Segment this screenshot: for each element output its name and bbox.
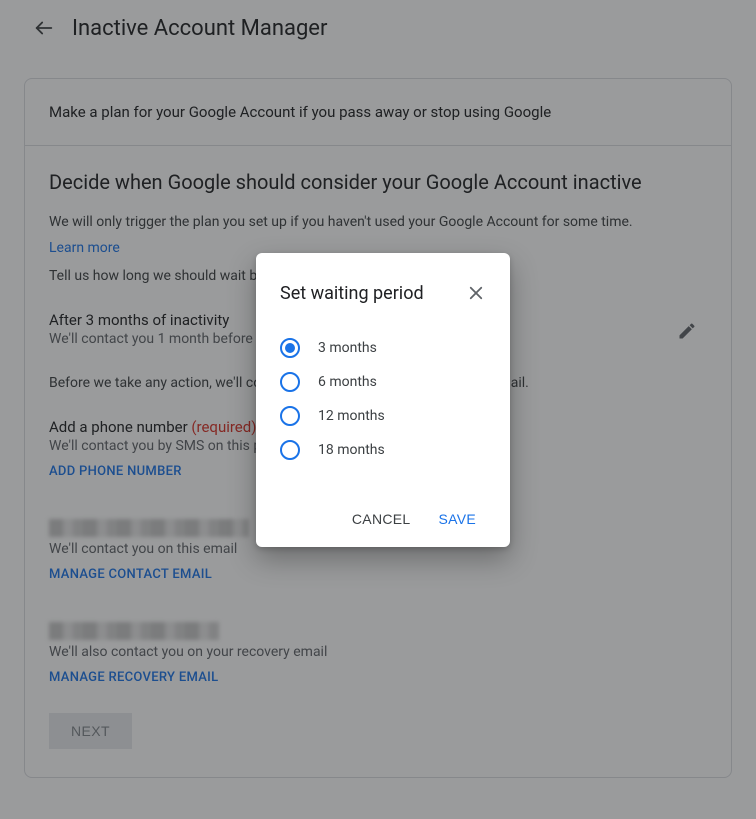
dialog-header: Set waiting period bbox=[280, 277, 486, 309]
radio-icon bbox=[280, 372, 300, 392]
radio-icon bbox=[280, 406, 300, 426]
radio-icon bbox=[280, 440, 300, 460]
save-button[interactable]: SAVE bbox=[428, 503, 486, 535]
dialog-actions: CANCEL SAVE bbox=[280, 503, 486, 535]
radio-group: 3 months 6 months 12 months 18 months bbox=[280, 331, 486, 467]
cancel-button[interactable]: CANCEL bbox=[342, 503, 421, 535]
radio-label: 3 months bbox=[318, 340, 377, 356]
radio-option[interactable]: 6 months bbox=[280, 365, 486, 399]
dialog-title: Set waiting period bbox=[280, 283, 424, 304]
radio-icon bbox=[280, 338, 300, 358]
radio-label: 18 months bbox=[318, 442, 385, 458]
dialog-close-button[interactable] bbox=[460, 277, 492, 309]
radio-option[interactable]: 12 months bbox=[280, 399, 486, 433]
waiting-period-dialog: Set waiting period 3 months 6 months 12 mo… bbox=[256, 253, 510, 547]
radio-option[interactable]: 3 months bbox=[280, 331, 486, 365]
radio-label: 6 months bbox=[318, 374, 377, 390]
close-icon bbox=[467, 284, 485, 302]
radio-label: 12 months bbox=[318, 408, 385, 424]
radio-option[interactable]: 18 months bbox=[280, 433, 486, 467]
